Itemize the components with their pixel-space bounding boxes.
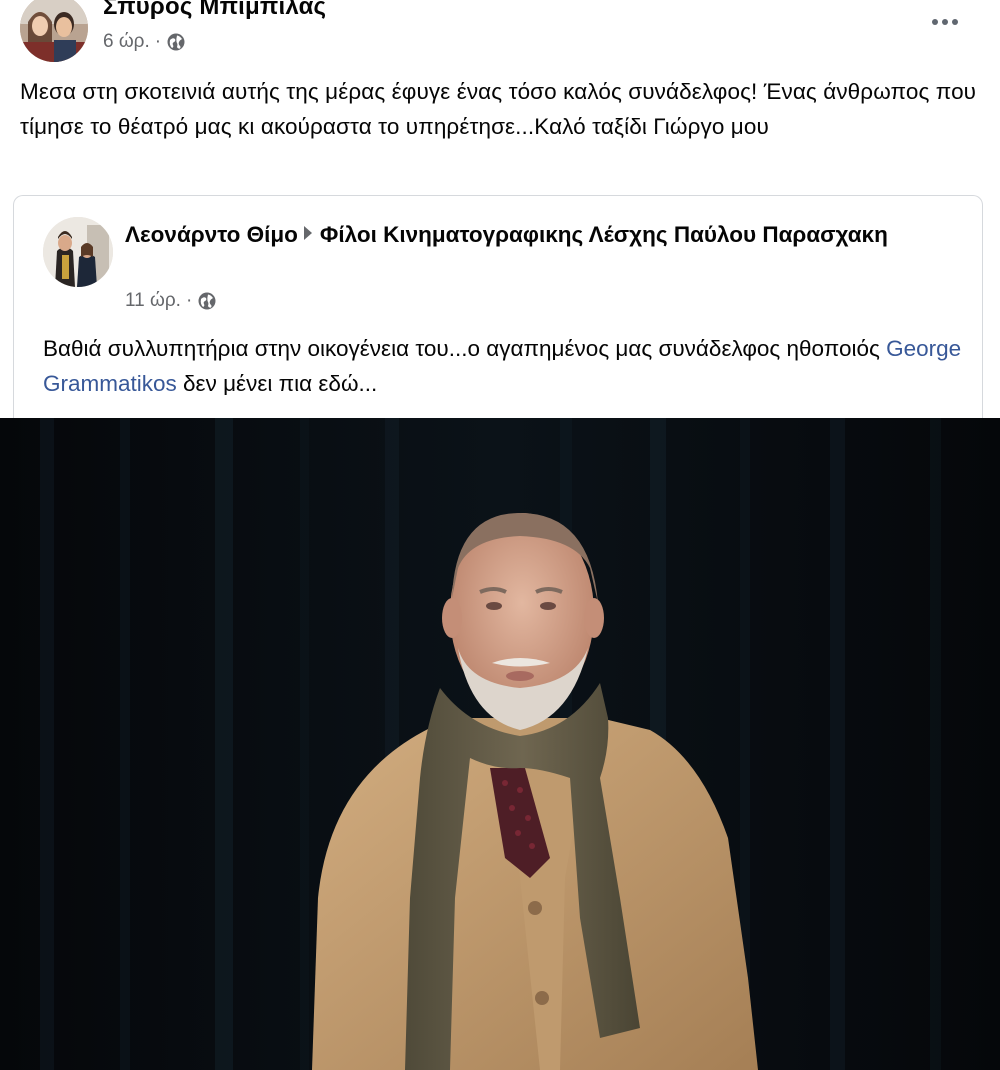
group-name-link[interactable]: Φίλοι Κινηματογραφικης Λέσχης Παύλου Παρ…	[320, 222, 888, 247]
shared-heading: Λεονάρντο Θίμο Φίλοι Κινηματογραφικης Λέσ…	[125, 218, 925, 252]
shared-text-before: Βαθιά συλλυπητήρια στην οικογένεια του..…	[43, 336, 887, 361]
shared-text-after: δεν μένει πια εδώ...	[176, 371, 378, 396]
shared-author-avatar[interactable]	[43, 217, 113, 287]
post-text: Μεσα στη σκοτεινιά αυτής της μέρας έφυγε…	[20, 79, 977, 139]
post-meta: 6 ώρ. ·	[103, 31, 186, 53]
globe-icon[interactable]	[197, 291, 217, 311]
shared-author-link[interactable]: Λεονάρντο Θίμο	[125, 222, 298, 247]
more-options-icon	[932, 19, 938, 25]
shared-timestamp[interactable]: 11 ώρ.	[125, 290, 181, 312]
author-name-link[interactable]: Σπύρος Μπιμπίλας	[103, 0, 326, 21]
more-options-button[interactable]	[922, 6, 968, 38]
meta-separator: ·	[185, 290, 193, 311]
post-header: Σπύρος Μπιμπίλας 6 ώρ. ·	[0, 0, 1000, 62]
post-timestamp[interactable]: 6 ώρ.	[103, 31, 150, 53]
post-photo[interactable]	[0, 418, 1000, 1070]
meta-separator: ·	[154, 31, 162, 52]
facebook-post: Σπύρος Μπιμπίλας 6 ώρ. · Μεσα στη σκοτει…	[0, 0, 1000, 1070]
triangle-right-icon	[303, 226, 312, 240]
author-avatar[interactable]	[20, 0, 88, 62]
shared-text: Βαθιά συλλυπητήρια στην οικογένεια του..…	[43, 331, 963, 401]
more-options-icon	[952, 19, 958, 25]
globe-icon[interactable]	[166, 32, 186, 52]
more-options-icon	[942, 19, 948, 25]
shared-meta: 11 ώρ. ·	[125, 290, 217, 312]
